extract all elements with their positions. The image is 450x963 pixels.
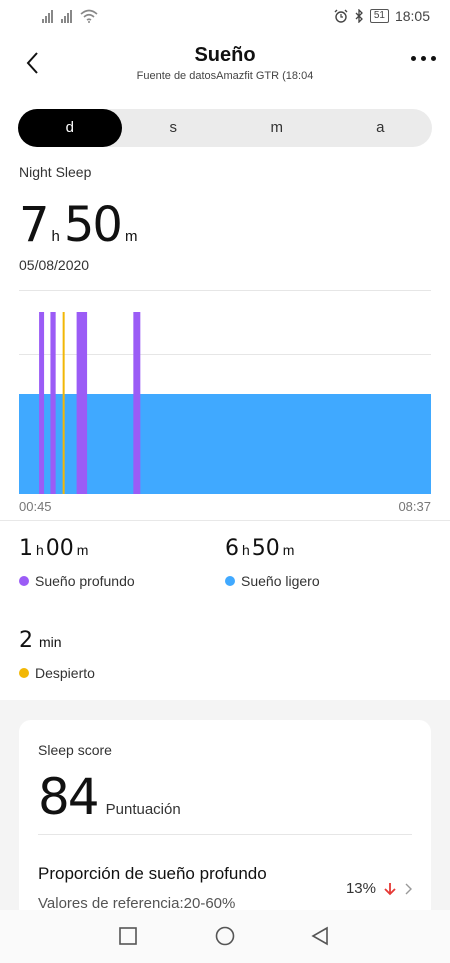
deep-minutes: 00 <box>45 536 74 561</box>
period-tabs: d s m a <box>18 109 432 147</box>
card-divider <box>38 834 412 835</box>
deep-ratio-row[interactable]: 13% <box>346 880 413 897</box>
total-sleep-duration: 7 h 50 m <box>19 197 141 253</box>
light-hours-unit: h <box>242 542 250 558</box>
divider <box>0 520 450 521</box>
awake-minutes: 2 <box>19 628 33 653</box>
light-minutes: 50 <box>251 536 280 561</box>
signal-icon <box>42 9 53 23</box>
page-title: Sueño <box>194 44 256 66</box>
light-sleep-label: Sueño ligero <box>241 573 320 589</box>
night-sleep-label: Night Sleep <box>19 164 92 180</box>
awake-label: Despierto <box>35 665 95 681</box>
app-bar: Sueño Fuente de datosAmazfit GTR (18:04 <box>0 34 450 90</box>
light-minutes-unit: m <box>282 542 295 558</box>
sleep-score: 84 Puntuación <box>38 768 181 826</box>
home-icon[interactable] <box>214 926 236 946</box>
status-left <box>42 9 98 23</box>
sleep-date: 05/08/2020 <box>19 257 90 273</box>
data-source-subtitle: Fuente de datosAmazfit GTR (18:04 <box>136 70 314 82</box>
tab-week[interactable]: s <box>122 109 226 147</box>
signal-icon <box>61 9 72 23</box>
sleep-segment-deep <box>133 312 141 494</box>
deep-sleep-label: Sueño profundo <box>35 573 135 589</box>
tab-year[interactable]: a <box>329 109 433 147</box>
arrow-down-icon <box>384 882 396 895</box>
sleep-segment-deep <box>76 312 88 494</box>
sleep-segment-deep <box>50 312 56 494</box>
sleep-segment-awake <box>62 312 65 494</box>
chevron-right-icon <box>405 883 412 894</box>
sleep-segment-deep <box>39 312 45 494</box>
deep-sleep-stat: 1 h 00 m Sueño profundo <box>19 536 135 589</box>
awake-stat: 2 min Despierto <box>19 628 95 681</box>
status-right: 51 18:05 <box>334 8 430 24</box>
tab-month[interactable]: m <box>225 109 329 147</box>
total-minutes: 50 <box>63 197 123 253</box>
deep-hours-unit: h <box>36 542 44 558</box>
sleep-score-label: Sleep score <box>38 742 112 758</box>
system-nav-bar <box>0 910 450 963</box>
sleep-stage-chart[interactable] <box>19 290 431 496</box>
recent-apps-icon[interactable] <box>118 926 138 946</box>
back-nav-icon[interactable] <box>310 926 330 946</box>
battery-icon: 51 <box>369 9 389 23</box>
status-time: 18:05 <box>394 8 430 24</box>
tab-day[interactable]: d <box>18 109 122 147</box>
deep-ratio-value: 13% <box>345 880 376 897</box>
light-sleep-stat: 6 h 50 m Sueño ligero <box>225 536 320 589</box>
deep-hours: 1 <box>19 536 33 561</box>
minutes-unit: m <box>124 228 138 245</box>
hours-unit: h <box>51 228 60 245</box>
deep-sleep-dot <box>19 576 29 586</box>
sleep-score-card: Sleep score 84 Puntuación Proporción de … <box>19 720 431 920</box>
deep-minutes-unit: m <box>76 542 89 558</box>
sleep-score-value: 84 <box>38 768 100 826</box>
deep-ratio-title[interactable]: Proporción de sueño profundo <box>38 864 267 884</box>
sleep-score-unit: Puntuación <box>105 801 181 818</box>
chart-start-time: 00:45 <box>19 499 52 514</box>
status-bar: 51 18:05 <box>0 0 450 34</box>
awake-minutes-unit: min <box>39 634 62 650</box>
chart-svg <box>19 312 431 494</box>
chart-end-time: 08:37 <box>398 499 431 514</box>
light-sleep-dot <box>225 576 235 586</box>
alarm-icon <box>334 9 348 23</box>
awake-dot <box>19 668 29 678</box>
wifi-icon <box>80 9 98 23</box>
bluetooth-icon <box>355 9 363 23</box>
total-hours: 7 <box>19 197 50 253</box>
light-hours: 6 <box>225 536 239 561</box>
more-options-icon[interactable] <box>411 56 436 61</box>
